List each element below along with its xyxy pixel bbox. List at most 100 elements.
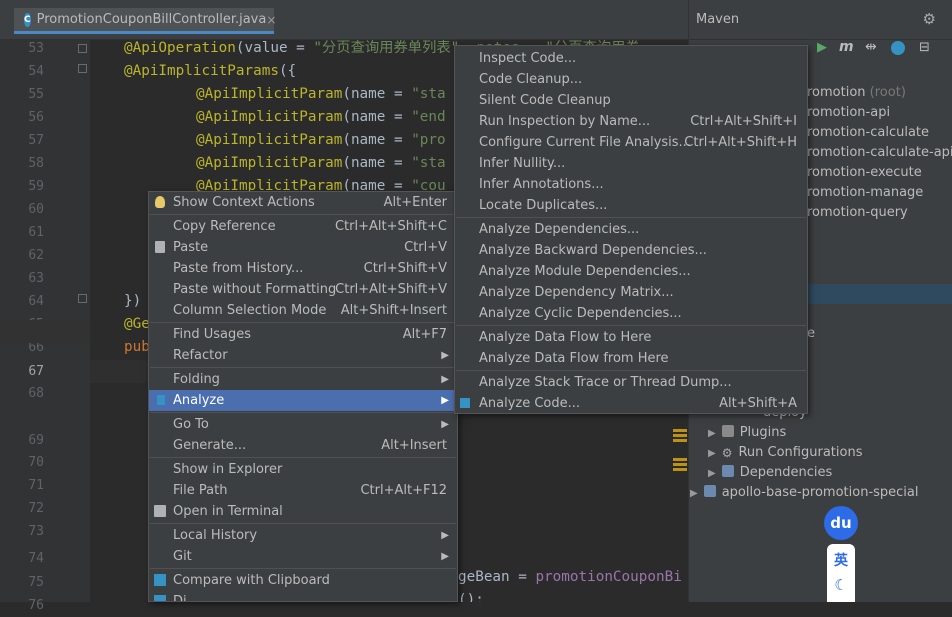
baidu-ime-logo[interactable]: du [824,506,858,540]
menu-analyze-module-dependencies[interactable]: Analyze Module Dependencies... [455,261,807,282]
maven-tree-item-run-configs[interactable]: ▶ ⚙ Run Configurations [708,443,862,463]
maven-tree-item[interactable]: romotion-api [807,103,890,123]
menu-open-in-terminal[interactable]: Open in Terminal [149,501,457,522]
maven-tree-item[interactable]: e [807,324,815,344]
menu-paste[interactable]: Paste Ctrl+V [149,237,457,258]
warning-marker[interactable] [673,463,687,466]
maven-goal-icon[interactable]: m [839,39,854,55]
code-line-64: }) [124,293,142,309]
menu-analyze-code[interactable]: Analyze Code... Alt+Shift+A [455,393,807,414]
maven-tree-item-plugins[interactable]: ▶ Plugins [708,423,786,443]
warning-marker[interactable] [673,458,687,461]
skip-tests-icon[interactable] [891,41,905,55]
submenu-arrow-icon: ▶ [441,419,449,430]
menu-run-inspection-by-name[interactable]: Run Inspection by Name... Ctrl+Alt+Shift+… [455,111,807,132]
line-number: 75 [28,575,44,590]
fold-marker-icon[interactable] [78,64,87,73]
menu-data-flow-to-here[interactable]: Analyze Data Flow to Here [455,327,807,348]
moon-icon[interactable]: ☾ [834,576,847,594]
maven-tree-item[interactable]: romotion (root) [807,83,906,103]
menu-analyze-dependency-matrix[interactable]: Analyze Dependency Matrix... [455,282,807,303]
menu-diagrams[interactable]: Di [149,591,457,601]
warning-marker[interactable] [673,429,687,432]
menu-compare-with-clipboard[interactable]: Compare with Clipboard [149,570,457,591]
close-tab-icon[interactable]: × [266,13,276,27]
ime-toolbar[interactable]: 英 ☾ [827,544,855,602]
menu-infer-nullity[interactable]: Infer Nullity... [455,153,807,174]
menu-silent-code-cleanup[interactable]: Silent Code Cleanup [455,90,807,111]
expand-arrow-icon[interactable]: ▶ [708,428,716,439]
menu-separator [150,457,456,458]
menu-data-flow-from-here[interactable]: Analyze Data Flow from Here [455,348,807,369]
maven-tree-item[interactable]: romotion-calculate-api [807,143,952,163]
menu-column-selection-mode[interactable]: Column Selection Mode Alt+Shift+Insert [149,300,457,321]
menu-analyze[interactable]: Analyze ▶ [149,390,457,411]
menu-inspect-code[interactable]: Inspect Code... [455,48,807,69]
maven-tree-item[interactable]: romotion-query [807,203,908,223]
menu-analyze-stack-trace[interactable]: Analyze Stack Trace or Thread Dump... [455,372,807,393]
menu-paste-from-history[interactable]: Paste from History... Ctrl+Shift+V [149,258,457,279]
editor-tab-bar: C PromotionCouponBillController.java × [0,0,688,40]
ime-language-toggle[interactable]: 英 [834,550,848,570]
menu-find-usages[interactable]: Find Usages Alt+F7 [149,324,457,345]
menu-configure-file-analysis[interactable]: Configure Current File Analysis... Ctrl+A… [455,132,807,153]
menu-go-to[interactable]: Go To ▶ [149,414,457,435]
code-line-57: @ApiImplicitParam(name = "pro [196,132,446,148]
submenu-arrow-icon: ▶ [441,530,449,541]
submenu-arrow-icon: ▶ [441,374,449,385]
line-number: 54 [28,64,44,79]
code-line-76: geBean = promotionCouponBi [458,569,682,585]
menu-folding[interactable]: Folding ▶ [149,369,457,390]
menu-refactor[interactable]: Refactor ▶ [149,345,457,366]
warning-marker[interactable] [673,439,687,442]
tab-file[interactable]: C PromotionCouponBillController.java × [14,8,276,34]
maven-title: Maven [696,12,740,27]
menu-local-history[interactable]: Local History ▶ [149,525,457,546]
compare-icon [154,574,166,586]
toggle-offline-icon[interactable]: ⇹ [865,39,877,55]
menu-infer-annotations[interactable]: Infer Annotations... [455,174,807,195]
gear-icon[interactable]: ⚙ [923,10,936,28]
menu-git[interactable]: Git ▶ [149,546,457,567]
line-number: 59 [28,179,44,194]
line-number: 67 [28,364,44,379]
analyze-submenu: Inspect Code... Code Cleanup... Silent C… [454,45,808,414]
line-number: 56 [28,110,44,125]
menu-generate[interactable]: Generate... Alt+Insert [149,435,457,456]
gear-icon: ⚙ [721,446,733,460]
maven-tree-item-dependencies[interactable]: ▶ Dependencies [708,463,832,483]
menu-file-path[interactable]: File Path Ctrl+Alt+F12 [149,480,457,501]
collapse-all-icon[interactable]: ⊟ [919,40,930,55]
menu-copy-reference[interactable]: Copy Reference Ctrl+Alt+Shift+C [149,216,457,237]
expand-arrow-icon[interactable]: ▶ [690,488,698,499]
editor-context-menu: Show Context Actions Alt+Enter Copy Refer… [148,191,458,602]
menu-analyze-cyclic-dependencies[interactable]: Analyze Cyclic Dependencies... [455,303,807,324]
fold-marker-icon[interactable] [78,294,87,303]
maven-tree-item[interactable]: romotion-execute [807,163,922,183]
expand-arrow-icon[interactable]: ▶ [708,448,716,459]
menu-show-context-actions[interactable]: Show Context Actions Alt+Enter [149,192,457,213]
menu-show-in-explorer[interactable]: Show in Explorer [149,459,457,480]
warning-marker[interactable] [673,434,687,437]
menu-separator [150,214,456,215]
run-icon[interactable]: ▶ [817,40,827,55]
maven-tree-item[interactable]: romotion-manage [807,183,923,203]
line-number: 63 [28,271,44,286]
menu-locate-duplicates[interactable]: Locate Duplicates... [455,195,807,216]
menu-analyze-backward-dependencies[interactable]: Analyze Backward Dependencies... [455,240,807,261]
expand-arrow-icon[interactable]: ▶ [708,468,716,479]
menu-paste-without-formatting[interactable]: Paste without Formatting Ctrl+Alt+Shift+V [149,279,457,300]
fold-marker-icon[interactable] [78,44,87,53]
line-number: 73 [28,524,44,539]
menu-analyze-dependencies[interactable]: Analyze Dependencies... [455,219,807,240]
line-number: 58 [28,156,44,171]
warning-marker[interactable] [673,468,687,471]
line-number: 57 [28,133,44,148]
maven-tree-item[interactable]: romotion-calculate [807,123,929,143]
menu-code-cleanup[interactable]: Code Cleanup... [455,69,807,90]
menu-separator [150,523,456,524]
maven-tree-item-module[interactable]: ▶ apollo-base-promotion-special [690,483,919,503]
java-class-icon: C [24,12,31,27]
submenu-arrow-icon: ▶ [441,551,449,562]
plugins-icon [721,425,734,437]
